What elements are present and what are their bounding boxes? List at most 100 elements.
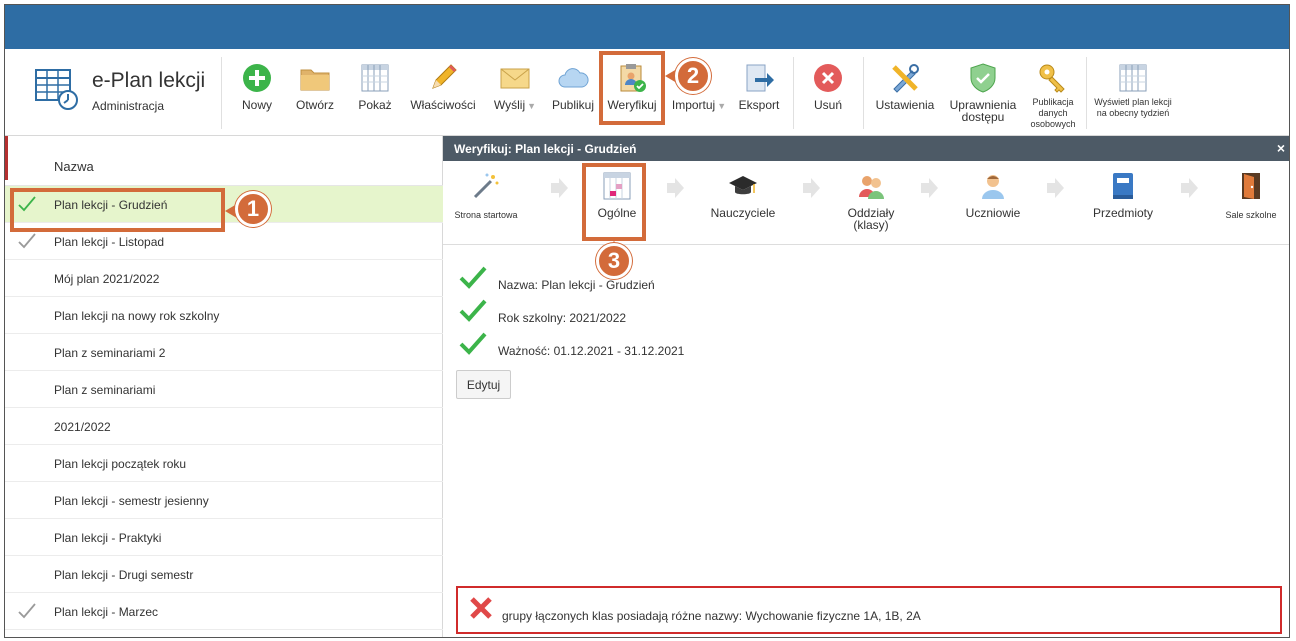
- verify-button[interactable]: Weryfikuj: [602, 49, 662, 136]
- step-arrow-icon: [1181, 178, 1198, 198]
- step-students-label: Uczniowie: [965, 206, 1021, 220]
- step-subjects[interactable]: Przedmioty: [1085, 161, 1161, 245]
- send-label: Wyślij ▼: [487, 99, 543, 113]
- properties-label: Właściwości: [410, 98, 476, 112]
- list-header[interactable]: Nazwa: [5, 136, 443, 186]
- calendar-grid-icon: [361, 64, 389, 92]
- book-icon: [1113, 173, 1133, 199]
- step-general[interactable]: Ogólne: [589, 161, 645, 245]
- list-item-label: Mój plan 2021/2022: [54, 272, 160, 286]
- envelope-icon: [500, 68, 530, 89]
- list-item[interactable]: Plan lekcji - Drugi semestr: [5, 556, 443, 593]
- publication-button[interactable]: Publikacja danych osobowych: [1027, 49, 1079, 136]
- list-item-label: Plan lekcji początek roku: [54, 457, 187, 471]
- group-people-icon: [859, 176, 884, 199]
- publish-button[interactable]: Publikuj: [547, 49, 599, 136]
- export-arrow-icon: [746, 64, 774, 92]
- toolbar-divider: [863, 57, 864, 129]
- list-item[interactable]: Plan z seminariami: [5, 371, 443, 408]
- list-item-label: Plan lekcji - semestr jesienny: [54, 494, 209, 508]
- list-item[interactable]: Plan lekcji początek roku: [5, 445, 443, 482]
- step-rooms[interactable]: Sale szkolne: [1217, 161, 1285, 245]
- student-icon: [982, 175, 1004, 199]
- toolbar: e-Plan lekcji Administracja Nowy Otwórz …: [5, 49, 1289, 136]
- import-dropdown-icon[interactable]: ▼: [717, 101, 726, 111]
- open-button[interactable]: Otwórz: [290, 49, 340, 136]
- check-name: Nazwa: Plan lekcji - Grudzień: [498, 278, 655, 292]
- step-start-page[interactable]: Strona startowa: [447, 161, 525, 245]
- close-icon[interactable]: ×: [1277, 140, 1285, 156]
- export-label: Eksport: [738, 98, 780, 112]
- delete-button[interactable]: Usuń: [803, 49, 853, 136]
- list-item[interactable]: Plan lekcji - Listopad: [5, 223, 443, 260]
- app-subtitle: Administracja: [92, 99, 165, 113]
- list-item[interactable]: Plan lekcji - Praktyki: [5, 519, 443, 556]
- step-rooms-label: Sale szkolne: [1225, 210, 1277, 220]
- step-arrow-icon: [921, 178, 938, 198]
- column-name-header: Nazwa: [54, 159, 94, 174]
- step-arrow-icon: [1047, 178, 1064, 198]
- step-teachers[interactable]: Nauczyciele: [701, 161, 785, 245]
- calendar-week-icon: [1119, 64, 1147, 92]
- publication-label: Publikacja danych osobowych: [1030, 97, 1076, 129]
- verify-clipboard-icon: [620, 64, 646, 92]
- list-item-label: Plan lekcji - Marzec: [54, 605, 159, 619]
- list-item-label: Plan z seminariami: [54, 383, 156, 397]
- app-logo: e-Plan lekcji Administracja: [35, 63, 225, 123]
- toolbar-divider: [793, 57, 794, 129]
- step-start-label: Strona startowa: [454, 210, 518, 220]
- publish-label: Publikuj: [551, 98, 595, 112]
- send-text: Wyślij: [493, 98, 526, 112]
- check-row: Nazwa: Plan lekcji - Grudzień: [459, 266, 1259, 294]
- shield-check-icon: [970, 63, 996, 93]
- red-x-icon: [470, 597, 492, 619]
- plus-icon: [243, 64, 271, 92]
- step-classes[interactable]: Oddziały (klasy): [827, 161, 915, 245]
- settings-button[interactable]: Ustawienia: [871, 49, 939, 136]
- send-button[interactable]: Wyślij ▼: [487, 49, 543, 136]
- show-label: Pokaż: [358, 98, 392, 112]
- send-dropdown-icon[interactable]: ▼: [527, 101, 536, 111]
- annotation-badge-1: 1: [235, 191, 271, 227]
- export-button[interactable]: Eksport: [734, 49, 784, 136]
- verify-label: Weryfikuj: [607, 98, 657, 112]
- show-button[interactable]: Pokaż: [350, 49, 400, 136]
- list-item-label: Plan lekcji na nowy rok szkolny: [54, 309, 220, 323]
- list-item-label: Plan lekcji - Drugi semestr: [54, 568, 194, 582]
- list-item-label: Plan lekcji - Listopad: [54, 235, 165, 249]
- list-item[interactable]: Plan lekcji - Marzec: [5, 593, 443, 630]
- step-general-label: Ogólne: [597, 206, 637, 220]
- folder-icon: [300, 69, 330, 91]
- list-item[interactable]: Plan lekcji - semestr jesienny: [5, 482, 443, 519]
- import-label: Importuj ▼: [666, 99, 732, 113]
- step-subjects-label: Przedmioty: [1092, 206, 1154, 220]
- step-students[interactable]: Uczniowie: [955, 161, 1031, 245]
- annotation-badge-3: 3: [596, 243, 632, 279]
- dialog-title-bar: Weryfikuj: Plan lekcji - Grudzień ×: [443, 136, 1289, 161]
- step-classes-label: Oddziały (klasy): [847, 206, 895, 232]
- show-week-button[interactable]: Wyświetl plan lekcji na obecny tydzień: [1093, 49, 1173, 136]
- error-text: grupy łączonych klas posiadają różne naz…: [502, 609, 921, 623]
- new-button[interactable]: Nowy: [232, 49, 282, 136]
- list-item[interactable]: Mój plan 2021/2022: [5, 260, 443, 297]
- list-item-label: Plan lekcji - Praktyki: [54, 531, 162, 545]
- list-item[interactable]: Plan z seminariami 2: [5, 334, 443, 371]
- show-week-label: Wyświetl plan lekcji na obecny tydzień: [1094, 97, 1172, 118]
- properties-button[interactable]: Właściwości: [407, 49, 479, 136]
- list-item[interactable]: Plan lekcji na nowy rok szkolny: [5, 297, 443, 334]
- permissions-label: Uprawnienia dostępu: [949, 98, 1017, 124]
- step-arrow-icon: [551, 178, 568, 198]
- settings-label: Ustawienia: [875, 98, 935, 112]
- permissions-button[interactable]: Uprawnienia dostępu: [945, 49, 1021, 136]
- list-item-label: Plan z seminariami 2: [54, 346, 166, 360]
- delete-x-icon: [814, 64, 842, 92]
- step-teachers-label: Nauczyciele: [710, 206, 776, 220]
- verify-dialog: Weryfikuj: Plan lekcji - Grudzień × Stro…: [443, 136, 1289, 637]
- app-window: e-Plan lekcji Administracja Nowy Otwórz …: [4, 4, 1290, 638]
- check-validity: Ważność: 01.12.2021 - 31.12.2021: [498, 344, 685, 358]
- list-item[interactable]: Plan lekcji - Grudzień: [5, 186, 443, 223]
- list-item[interactable]: 2021/2022: [5, 408, 443, 445]
- verify-results: Nazwa: Plan lekcji - Grudzień Rok szkoln…: [443, 246, 1289, 637]
- edit-button[interactable]: Edytuj: [456, 370, 511, 399]
- check-mark-icon: [18, 603, 36, 619]
